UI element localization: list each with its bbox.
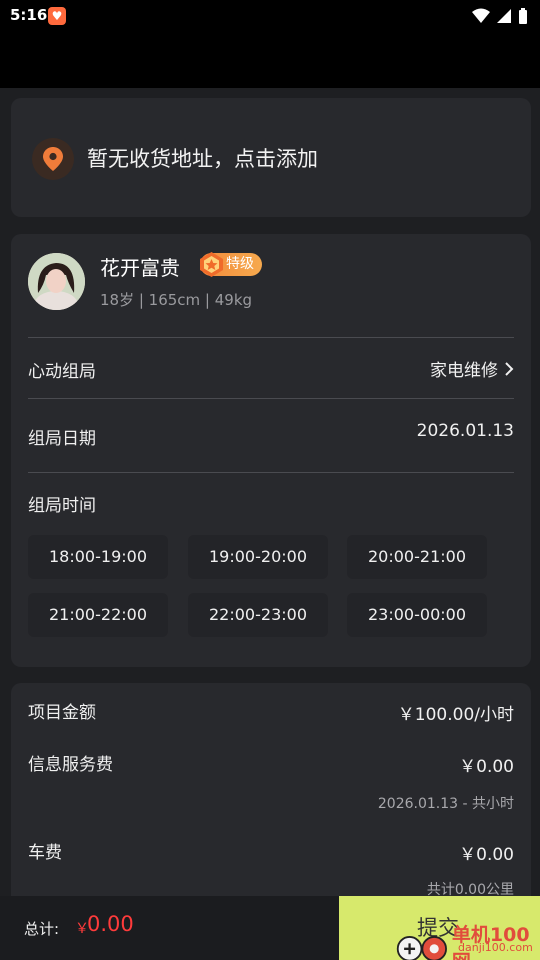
- category-selector[interactable]: 家电维修: [430, 356, 514, 381]
- divider: [28, 398, 514, 399]
- category-label: 心动组局: [28, 362, 96, 382]
- chevron-right-icon: [505, 361, 514, 376]
- time-slot-chip[interactable]: 21:00-22:00: [28, 593, 168, 637]
- divider: [28, 337, 514, 338]
- watermark-logo-icon: [396, 936, 447, 960]
- time-slot-chip[interactable]: 18:00-19:00: [28, 535, 168, 579]
- level-badge: 特级: [200, 252, 262, 277]
- service-fee-label: 信息服务费: [28, 755, 113, 775]
- watermark-text: 单机100网: [451, 924, 530, 960]
- watermark-url: danji100.com: [458, 941, 533, 954]
- profile-stats: 18岁 | 165cm | 49kg: [100, 291, 253, 309]
- time-slot-chip[interactable]: 22:00-23:00: [188, 593, 328, 637]
- location-pin-icon: [32, 138, 74, 180]
- status-bar: 5:16 ♥: [0, 0, 540, 32]
- status-icons: [472, 6, 528, 26]
- top-app-bar: [0, 32, 540, 88]
- signal-icon: [497, 9, 511, 23]
- avatar[interactable]: [28, 253, 85, 310]
- add-address-text: 暂无收货地址，点击添加: [87, 147, 318, 171]
- watermark: 单机100网: [395, 920, 540, 960]
- level-badge-label: 特级: [226, 256, 254, 272]
- wifi-icon: [472, 8, 490, 23]
- car-fee-value: ￥0.00: [459, 845, 514, 865]
- project-amount-label: 项目金额: [28, 703, 96, 723]
- car-fee-label: 车费: [28, 843, 62, 863]
- total-label: 总计:: [24, 920, 60, 938]
- service-fee-value: ￥0.00: [459, 757, 514, 777]
- address-card[interactable]: 暂无收货地址，点击添加: [11, 98, 531, 217]
- status-time: 5:16: [10, 6, 48, 24]
- category-value: 家电维修: [430, 361, 498, 381]
- time-slot-chip[interactable]: 19:00-20:00: [188, 535, 328, 579]
- time-label: 组局时间: [28, 496, 96, 516]
- divider: [28, 472, 514, 473]
- profile-name: 花开富贵: [100, 256, 180, 280]
- app-notification-icon: ♥: [48, 7, 66, 25]
- date-value[interactable]: 2026.01.13: [417, 421, 514, 441]
- time-slot-chip[interactable]: 20:00-21:00: [347, 535, 487, 579]
- battery-icon: [519, 7, 527, 24]
- project-amount-value: ￥100.00/小时: [397, 705, 514, 725]
- medal-icon: [200, 252, 223, 277]
- service-fee-note: 2026.01.13 - 共小时: [377, 796, 514, 812]
- booking-info-card: 花开富贵 特级 18岁 | 165cm | 49kg 心动组局 家电维修 组局日…: [11, 234, 531, 667]
- time-slot-chip[interactable]: 23:00-00:00: [347, 593, 487, 637]
- total-value: 0.00: [87, 912, 134, 936]
- date-label: 组局日期: [28, 429, 96, 449]
